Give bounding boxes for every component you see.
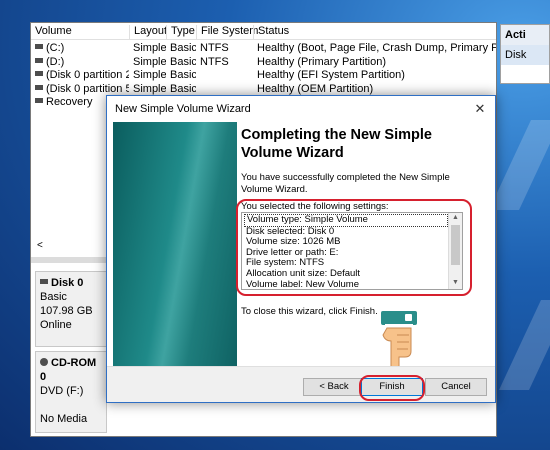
cancel-button[interactable]: Cancel (425, 378, 487, 396)
horizontal-scrollbar[interactable]: < (31, 240, 111, 253)
hand-pointer-icon (381, 311, 417, 369)
volume-row[interactable]: (C:) Simple Basic NTFS Healthy (Boot, Page F… (31, 42, 496, 56)
cell-type: Basic (170, 42, 196, 54)
cell-layout: Simple (133, 69, 166, 81)
wizard-heading: Completing the New Simple Volume Wizard (241, 127, 432, 161)
volume-row[interactable]: (Disk 0 partition 2) Simple Basic Healthy (… (31, 69, 496, 83)
cell-volume: (D:) (31, 56, 129, 68)
wizard-footer: < Back Finish Cancel (107, 366, 495, 402)
close-instruction: To close this wizard, click Finish. (241, 306, 378, 317)
wizard-titlebar[interactable]: New Simple Volume Wizard ✕ (107, 96, 495, 122)
disk-state: No Media (40, 413, 88, 425)
desktop-decoration (489, 120, 550, 210)
back-button[interactable]: < Back (303, 378, 365, 396)
volume-row[interactable]: (D:) Simple Basic NTFS Healthy (Primary Part… (31, 56, 496, 70)
scroll-left-icon[interactable]: < (37, 240, 43, 251)
wizard-title: New Simple Volume Wizard (115, 103, 251, 115)
drive-icon (35, 57, 43, 63)
cell-status: Healthy (EFI System Partition) (257, 69, 405, 81)
disk-icon (40, 279, 48, 284)
disk-size: 107.98 GB (40, 305, 93, 317)
cell-status: Healthy (Boot, Page File, Crash Dump, Pr… (257, 42, 496, 54)
wizard-banner-image (113, 122, 237, 366)
column-volume[interactable]: Volume (31, 25, 129, 39)
disk-type: Basic (40, 291, 67, 303)
column-file-system[interactable]: File System (196, 25, 258, 39)
cell-layout: Simple (133, 82, 166, 95)
cell-status: Healthy (Primary Partition) (257, 55, 386, 68)
actions-pane: Acti Disk (500, 24, 550, 84)
cell-fs: NTFS (200, 55, 229, 68)
finish-highlight-annotation (359, 375, 425, 401)
new-simple-volume-wizard: New Simple Volume Wizard ✕ Completing th… (106, 95, 496, 403)
actions-title: Acti (501, 25, 549, 45)
disk-drive: DVD (F:) (40, 385, 84, 397)
cell-layout: Simple (133, 55, 166, 68)
volume-name: (Disk 0 partition 5) (46, 82, 129, 95)
cell-layout: Simple (133, 42, 166, 54)
volume-name: (C:) (46, 42, 65, 54)
drive-icon (35, 84, 43, 90)
drive-icon (35, 98, 43, 103)
column-layout[interactable]: Layout (129, 25, 167, 39)
actions-item-disk[interactable]: Disk (501, 45, 549, 65)
volume-name: (Disk 0 partition 2) (46, 69, 129, 81)
cell-type: Basic (170, 69, 196, 81)
wizard-description: You have successfully completed the New … (241, 172, 450, 195)
cell-fs: NTFS (200, 42, 229, 54)
disk-name: Disk 0 (51, 277, 84, 289)
drive-icon (35, 44, 43, 49)
desktop-decoration (499, 300, 550, 390)
close-icon[interactable]: ✕ (471, 100, 489, 118)
disk-0-tile[interactable]: Disk 0 Basic 107.98 GB Online (35, 271, 107, 347)
cell-type: Basic (170, 55, 196, 68)
volume-name: Recovery (46, 96, 93, 108)
cell-volume: (C:) (31, 42, 129, 54)
settings-highlight-annotation (236, 199, 472, 296)
volume-name: (D:) (46, 55, 65, 68)
volume-list-header: Volume Layout Type File System Status (31, 23, 496, 40)
drive-icon (35, 71, 43, 76)
column-status[interactable]: Status (253, 25, 496, 39)
cdrom-icon (40, 358, 48, 366)
column-type[interactable]: Type (166, 25, 196, 39)
cell-type: Basic (170, 82, 196, 95)
disk-state: Online (40, 319, 72, 331)
cell-volume: (Disk 0 partition 5) (31, 83, 129, 95)
cell-volume: (Disk 0 partition 2) (31, 69, 129, 81)
disk-name: CD-ROM 0 (40, 357, 97, 383)
disk-blank (40, 398, 102, 412)
cdrom-0-tile[interactable]: CD-ROM 0 DVD (F:) No Media (35, 351, 107, 433)
cell-status: Healthy (OEM Partition) (257, 82, 374, 95)
